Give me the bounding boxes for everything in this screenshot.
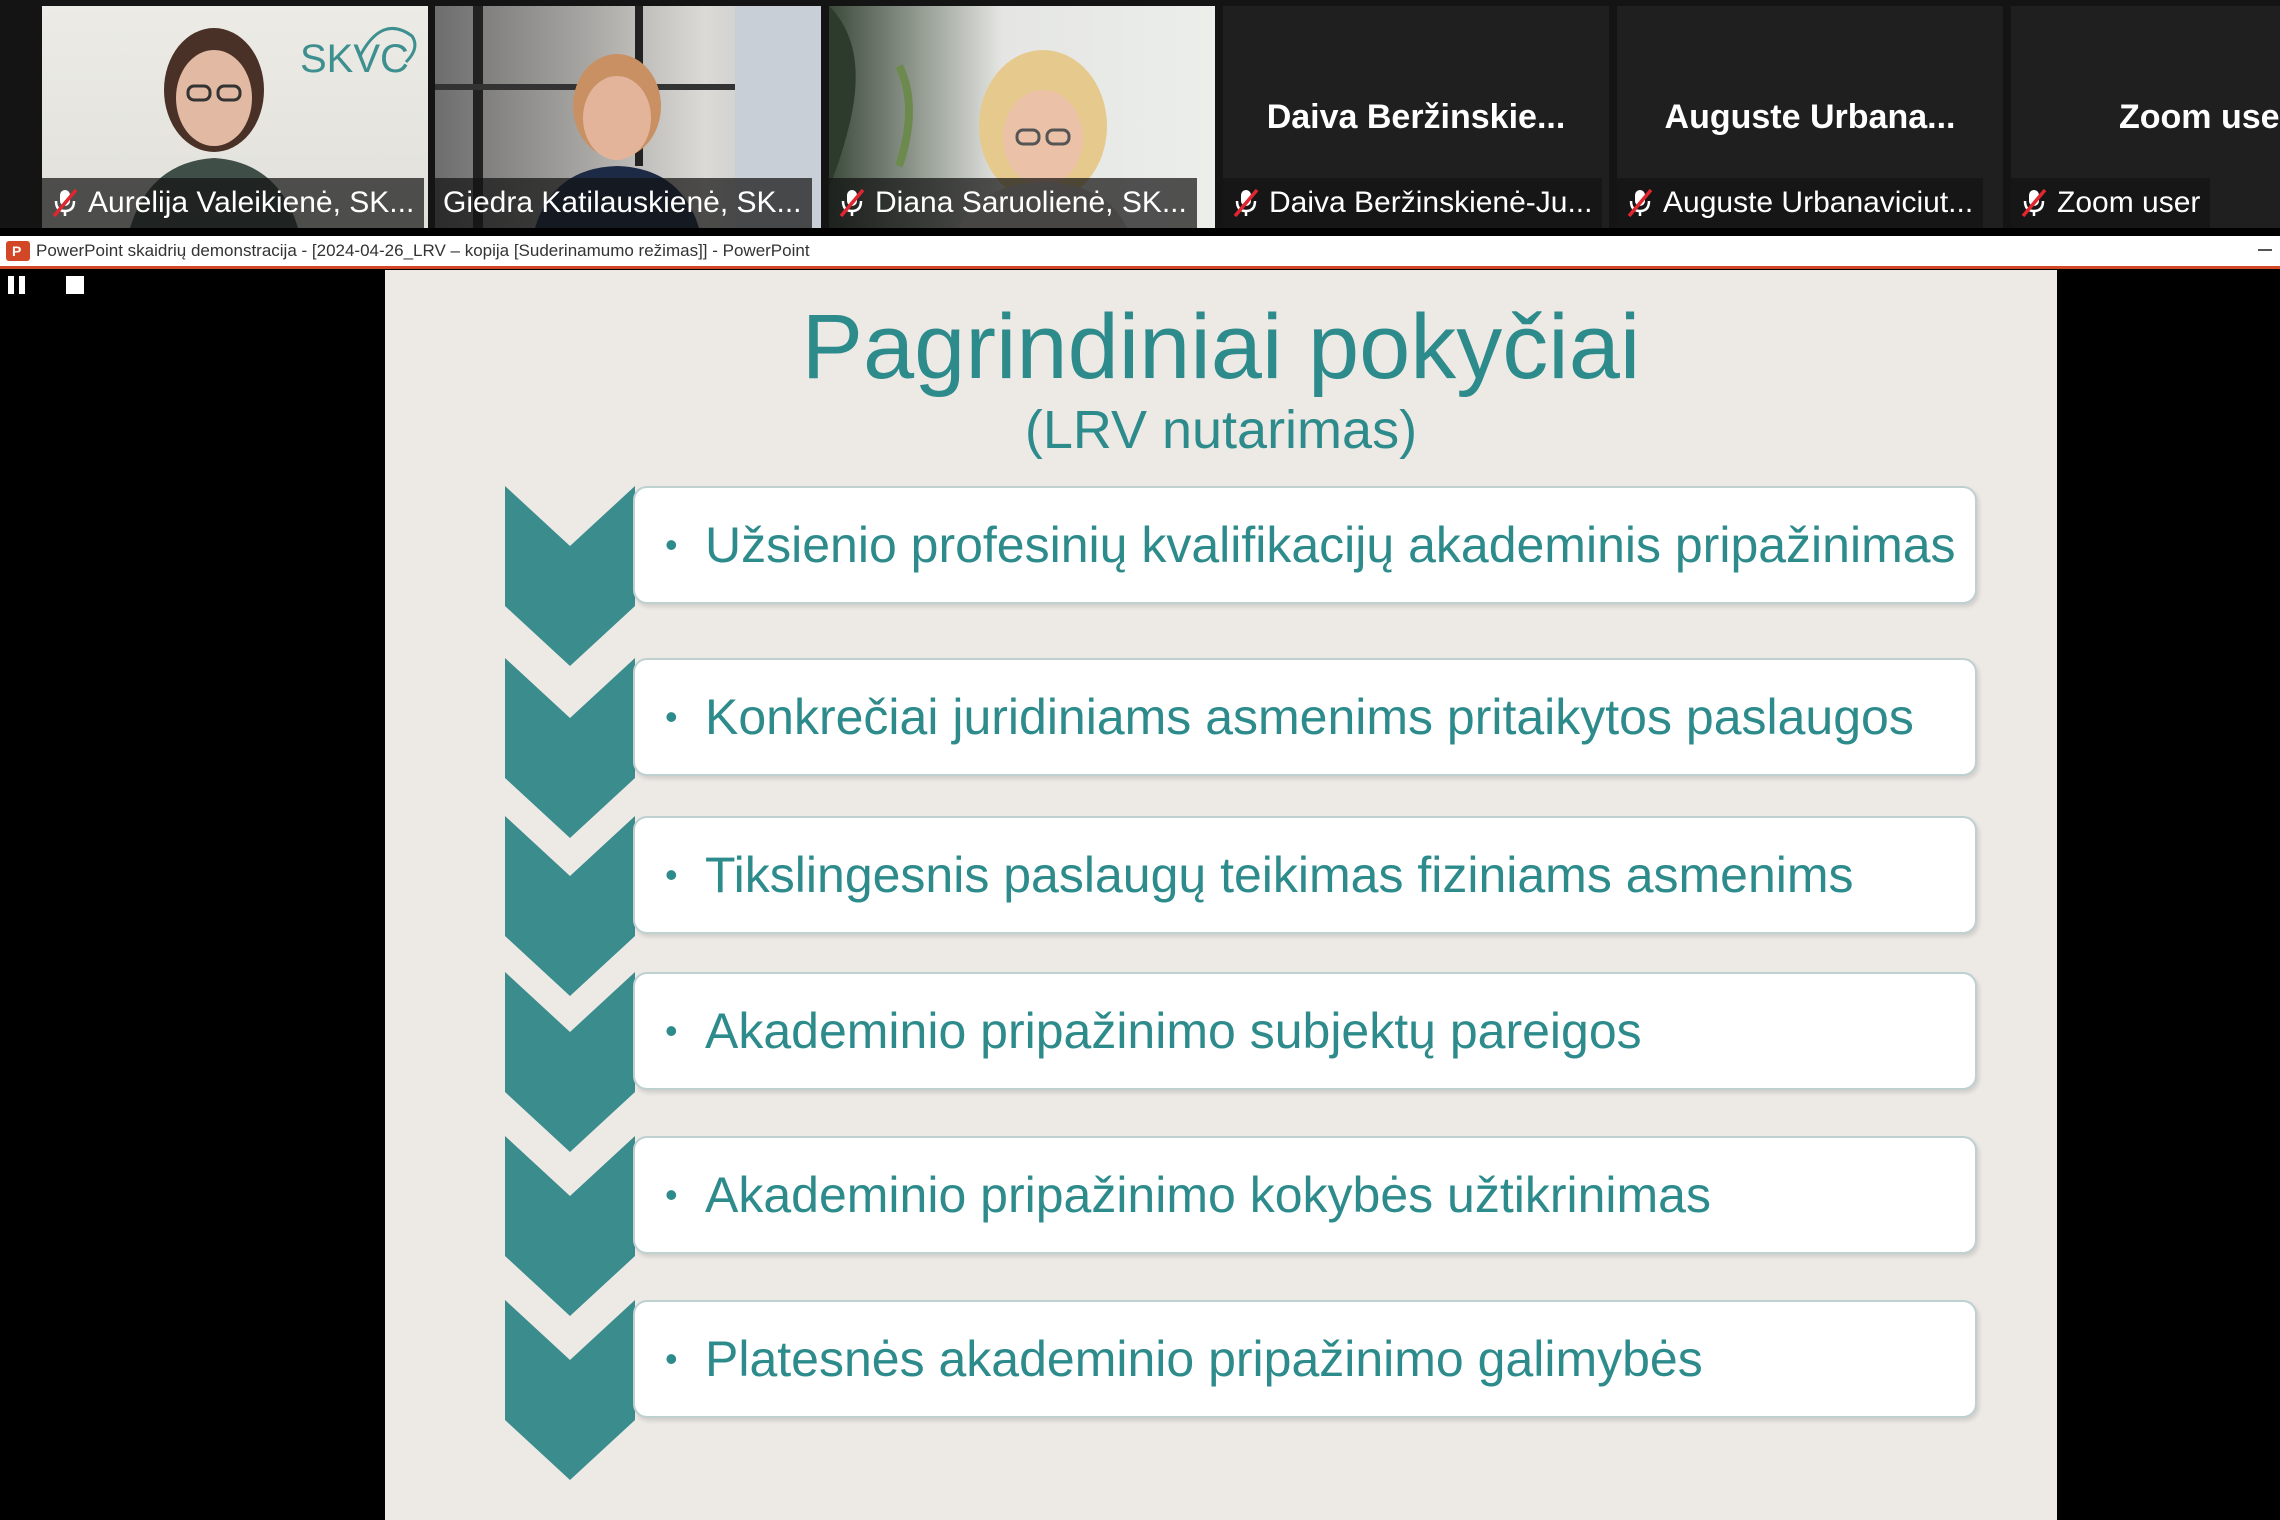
bullet-icon: • xyxy=(665,1174,678,1215)
slide-item-box: • Akademinio pripažinimo kokybės užtikri… xyxy=(633,1136,1977,1254)
participant-name: Daiva Beržinskienė-Ju... xyxy=(1269,186,1593,219)
chevron-down-icon xyxy=(505,972,635,1152)
participant-tile[interactable]: Diana Saruolienė, SK... xyxy=(829,6,1215,228)
mic-muted-icon xyxy=(1233,188,1259,218)
chevron-down-icon xyxy=(505,658,635,838)
participant-name: Giedra Katilauskienė, SK... xyxy=(443,186,802,219)
slide-item-box: • Konkrečiai juridiniams asmenims pritai… xyxy=(633,658,1977,776)
participant-name-label: Diana Saruolienė, SK... xyxy=(829,178,1197,228)
participant-name: Auguste Urbanaviciut... xyxy=(1663,186,1974,219)
slide-item-box: • Akademinio pripažinimo subjektų pareig… xyxy=(633,972,1977,1090)
bullet-icon: • xyxy=(665,524,678,565)
bullet-icon: • xyxy=(665,696,678,737)
chevron-down-icon xyxy=(505,486,635,666)
slide-item-text: Tikslingesnis paslaugų teikimas fiziniam… xyxy=(705,847,1854,903)
slide-item-box: • Tikslingesnis paslaugų teikimas fizini… xyxy=(633,816,1977,934)
participant-name-label: Auguste Urbanaviciut... xyxy=(1617,178,1984,228)
svg-text:P: P xyxy=(12,243,21,259)
title-bar-accent-rule xyxy=(0,266,2280,269)
participant-name: Zoom user xyxy=(2057,186,2201,219)
slide-item-text: Akademinio pripažinimo subjektų pareigos xyxy=(705,1003,1642,1059)
chevron-down-icon xyxy=(505,1300,635,1480)
participant-tile[interactable]: Auguste Urbana... Auguste Urbanaviciut..… xyxy=(1617,6,2003,228)
minimize-icon[interactable] xyxy=(2258,249,2272,251)
participant-strip: SKVC Aurelija Valeikienė, SK... Giedra K… xyxy=(0,0,2280,228)
participant-name-label: Daiva Beržinskienė-Ju... xyxy=(1223,178,1603,228)
mic-muted-icon xyxy=(2021,188,2047,218)
slide-item-list: • Užsienio profesinių kvalifikacijų akad… xyxy=(385,270,2057,1520)
participant-tile-active-speaker[interactable]: Giedra Katilauskienė, SK... xyxy=(435,6,821,228)
chevron-down-icon xyxy=(505,1136,635,1316)
participant-tile[interactable]: Zoom user Zoom user xyxy=(2011,6,2280,228)
powerpoint-icon: P xyxy=(6,241,30,261)
participant-name: Diana Saruolienė, SK... xyxy=(875,186,1187,219)
bullet-icon: • xyxy=(665,1010,678,1051)
slide-item-text: Platesnės akademinio pripažinimo galimyb… xyxy=(705,1331,1703,1387)
presentation-controls xyxy=(8,276,84,294)
bullet-icon: • xyxy=(665,1338,678,1379)
slide-item-text: Užsienio profesinių kvalifikacijų akadem… xyxy=(705,517,1956,573)
mic-muted-icon xyxy=(839,188,865,218)
window-title: PowerPoint skaidrių demonstracija - [202… xyxy=(36,241,810,260)
participant-display-name: Zoom user xyxy=(2119,98,2280,136)
participant-name-label: Aurelija Valeikienė, SK... xyxy=(42,178,425,228)
participant-tile[interactable]: Daiva Beržinskie... Daiva Beržinskienė-J… xyxy=(1223,6,1609,228)
participant-name-label: Giedra Katilauskienė, SK... xyxy=(435,178,812,228)
participant-name-label: Zoom user xyxy=(2011,178,2211,228)
participant-display-name: Daiva Beržinskie... xyxy=(1266,98,1566,136)
chevron-down-icon xyxy=(505,816,635,996)
slide-item-box: • Užsienio profesinių kvalifikacijų akad… xyxy=(633,486,1977,604)
stop-icon[interactable] xyxy=(66,276,84,294)
bullet-icon: • xyxy=(665,854,678,895)
slide-item-text: Akademinio pripažinimo kokybės užtikrini… xyxy=(705,1167,1711,1223)
presentation-slide: Pagrindiniai pokyčiai (LRV nutarimas) • … xyxy=(385,270,2057,1520)
mic-muted-icon xyxy=(1627,188,1653,218)
slide-item-box: • Platesnės akademinio pripažinimo galim… xyxy=(633,1300,1977,1418)
slide-item-text: Konkrečiai juridiniams asmenims pritaiky… xyxy=(705,689,1914,745)
participant-display-name: Auguste Urbana... xyxy=(1664,98,1956,136)
participant-tile[interactable]: SKVC Aurelija Valeikienė, SK... xyxy=(42,6,428,228)
participant-name: Aurelija Valeikienė, SK... xyxy=(88,186,415,219)
mic-muted-icon xyxy=(52,188,78,218)
logo-text: SKVC xyxy=(300,37,409,81)
skvc-logo: SKVC xyxy=(300,26,417,81)
powerpoint-title-bar[interactable]: P PowerPoint skaidrių demonstracija - [2… xyxy=(0,236,2280,269)
pause-icon[interactable] xyxy=(8,276,26,294)
